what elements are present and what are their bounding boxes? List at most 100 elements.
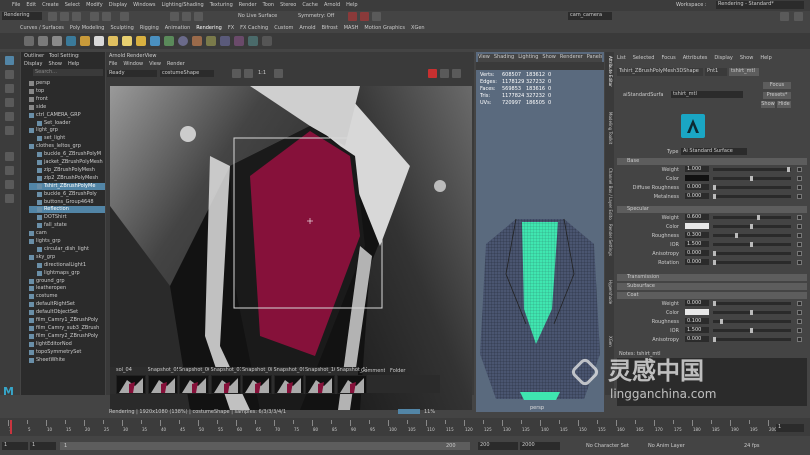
outliner-row[interactable]: leatheropen (29, 285, 105, 292)
attr-value-field[interactable]: 0.000 (685, 300, 709, 306)
slider-handle[interactable] (735, 233, 739, 238)
outliner-row[interactable]: cam (29, 230, 105, 237)
render-frame-icon[interactable] (348, 12, 357, 21)
map-button-icon[interactable] (797, 185, 802, 190)
snap-grid-icon[interactable] (170, 12, 179, 21)
outliner-row[interactable]: circular_dish_light (29, 246, 105, 253)
menu-item-arnold[interactable]: Arnold (324, 2, 340, 8)
map-button-icon[interactable] (797, 260, 802, 265)
side-tab-modelingtoolkit[interactable]: Modeling Toolkit (606, 112, 613, 164)
map-button-icon[interactable] (797, 328, 802, 333)
focus-button[interactable]: Focus (763, 82, 791, 89)
anim-layer-select[interactable]: No Anim Layer (648, 443, 708, 449)
attr-menu-selected[interactable]: Selected (633, 55, 655, 61)
attr-value-field[interactable]: 0.000 (685, 184, 709, 190)
ratio-label[interactable]: 1:1 (258, 70, 270, 76)
side-tab-rendersettings[interactable]: Render Settings (606, 224, 613, 276)
render-settings-icon[interactable] (372, 12, 381, 21)
outliner-row[interactable]: film_Camry_sub3_ZBrush (29, 325, 105, 332)
refresh-render-icon[interactable] (440, 69, 449, 78)
hide-button[interactable]: Hide (777, 101, 791, 108)
shelf-tab-fxcaching[interactable]: FX Caching (240, 25, 268, 31)
photometric-light-icon[interactable] (206, 36, 216, 46)
menu-item-file[interactable]: File (12, 2, 20, 8)
section-specular[interactable]: Specular (617, 206, 807, 213)
outliner-menu-display[interactable]: Display (24, 61, 42, 67)
presets-button[interactable]: Presets* (763, 92, 791, 99)
attr-slider[interactable] (713, 195, 791, 198)
outliner-row[interactable]: defaultObjectSet (29, 309, 105, 316)
outliner-row[interactable]: top (29, 88, 105, 95)
select-tool-icon[interactable] (5, 56, 14, 65)
menu-item-create[interactable]: Create (42, 2, 59, 8)
range-slider[interactable] (60, 442, 470, 450)
map-button-icon[interactable] (797, 242, 802, 247)
attr-value-field[interactable]: 0.000 (685, 250, 709, 256)
outliner-row[interactable]: SheetWhite (29, 357, 105, 364)
snapshot-thumb[interactable] (179, 375, 209, 394)
undo-icon[interactable] (90, 12, 99, 21)
redo-icon[interactable] (102, 12, 111, 21)
point-light-icon[interactable] (122, 36, 132, 46)
outliner-search-input[interactable]: Search... (33, 69, 103, 76)
menu-item-modify[interactable]: Modify (86, 2, 103, 8)
shelf-tab-mash[interactable]: MASH (344, 25, 359, 31)
outliner-row[interactable]: film_Camry2_ZBrushPoly (29, 333, 105, 340)
slider-handle[interactable] (713, 251, 716, 256)
attr-tab[interactable]: Tshirt_ZBrushPolyMesh3DShape (617, 68, 703, 76)
menu-item-texturing[interactable]: Texturing (210, 2, 233, 8)
renderview-menu-file[interactable]: File (109, 61, 117, 67)
outliner-row[interactable]: set_light (29, 135, 105, 142)
attr-value-field[interactable]: 0.600 (685, 214, 709, 220)
map-button-icon[interactable] (797, 319, 802, 324)
outliner-row[interactable]: jacket_ZBrushPolyMesh (29, 159, 105, 166)
attr-value-field[interactable]: 0.000 (685, 193, 709, 199)
slider-handle[interactable] (713, 194, 716, 199)
layout-icon-2[interactable] (794, 12, 803, 21)
outliner-row[interactable]: sky_grp (29, 254, 105, 261)
attr-slider[interactable] (713, 320, 791, 323)
snapshot-button-icon[interactable] (452, 69, 461, 78)
time-slider[interactable]: 1510152025303540455055606570758085909510… (0, 418, 810, 436)
outliner-row[interactable]: fall_state (29, 222, 105, 229)
map-button-icon[interactable] (797, 337, 802, 342)
attr-value-field[interactable]: 1.500 (685, 327, 709, 333)
menu-item-edit[interactable]: Edit (26, 2, 36, 8)
attr-value-field[interactable]: 0.000 (685, 259, 709, 265)
render-status-select[interactable]: Ready (107, 70, 157, 77)
renderview-menu-window[interactable]: Window (123, 61, 143, 67)
stop-render-icon[interactable] (428, 69, 437, 78)
ipr-render-icon[interactable] (360, 12, 369, 21)
attr-menu-show[interactable]: Show (740, 55, 754, 61)
outliner-tab[interactable]: Outliner (24, 53, 49, 59)
attr-menu-display[interactable]: Display (714, 55, 732, 61)
attr-menu-attributes[interactable]: Attributes (683, 55, 708, 61)
layout-two-icon[interactable] (5, 180, 14, 189)
color-swatch[interactable] (685, 223, 709, 229)
show-button[interactable]: Show (761, 101, 775, 108)
map-button-icon[interactable] (797, 233, 802, 238)
outliner-row[interactable]: topoSymmetrySet (29, 349, 105, 356)
outliner-row[interactable]: light_grp (29, 127, 105, 134)
skydome-icon[interactable] (150, 36, 160, 46)
attr-value-field[interactable]: 1.500 (685, 241, 709, 247)
spot-light-icon[interactable] (108, 36, 118, 46)
slider-handle[interactable] (787, 167, 790, 172)
outliner-row[interactable]: Set_loader (29, 120, 105, 127)
type-select[interactable]: Ai Standard Surface (681, 148, 747, 155)
menu-item-select[interactable]: Select (65, 2, 80, 8)
attr-value-field[interactable]: 0.000 (685, 336, 709, 342)
shelf-tab-rigging[interactable]: Rigging (140, 25, 159, 31)
slider-handle[interactable] (713, 185, 716, 190)
attr-value-field[interactable]: 1.000 (685, 166, 709, 172)
map-button-icon[interactable] (797, 167, 802, 172)
outliner-menu-show[interactable]: Show (48, 61, 62, 67)
side-tab-channelboxlayereditor[interactable]: Channel Box / Layer Editor (606, 168, 613, 220)
current-frame-marker[interactable] (10, 420, 12, 434)
crop-icon[interactable] (244, 69, 253, 78)
mesh-light-icon[interactable] (192, 36, 202, 46)
menu-item-render[interactable]: Render (239, 2, 257, 8)
section-coat[interactable]: Coat (617, 292, 807, 299)
slider-handle[interactable] (713, 301, 716, 306)
workspace-select[interactable]: Rendering - Standard* (716, 1, 804, 9)
